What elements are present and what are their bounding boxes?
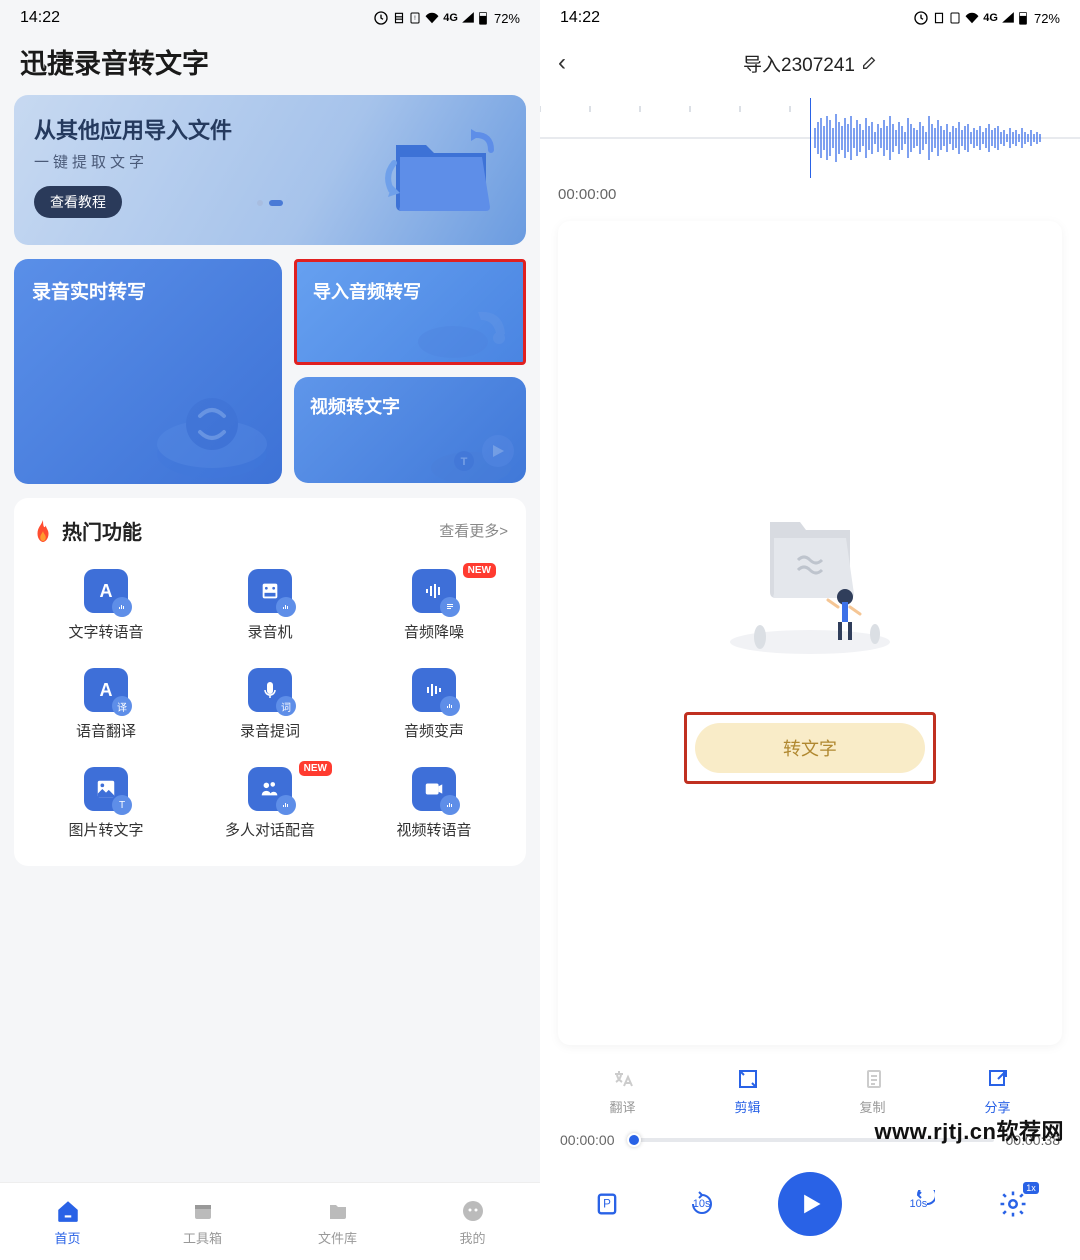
nav-tools[interactable]: 工具箱: [135, 1183, 270, 1260]
new-badge: NEW: [299, 761, 332, 776]
status-bar: 14:22 4G 72%: [540, 0, 1080, 36]
list-button[interactable]: P: [589, 1186, 625, 1222]
carousel-dots: [34, 200, 506, 206]
waveform[interactable]: [540, 98, 1080, 178]
hot-title-text: 热门功能: [62, 516, 142, 545]
forward-10s[interactable]: 10s: [900, 1186, 936, 1222]
svg-text:P: P: [603, 1198, 611, 1211]
current-time: 00:00:00: [540, 182, 1080, 207]
feature-video-to-voice[interactable]: 视频转语音: [354, 759, 514, 848]
empty-illustration: [710, 482, 910, 662]
status-icons: ! 4G: [373, 10, 488, 26]
feature-recorder[interactable]: 录音机: [190, 561, 350, 650]
app-title: 迅捷录音转文字: [0, 36, 540, 95]
watermark: www.rjtj.cn软荐网: [874, 1114, 1064, 1146]
play-button[interactable]: [778, 1172, 842, 1236]
speed-badge: 1x: [1023, 1182, 1039, 1194]
time-current: 00:00:00: [560, 1132, 615, 1148]
nav-home[interactable]: 首页: [0, 1183, 135, 1260]
feature-denoise[interactable]: NEW 音频降噪: [354, 561, 514, 650]
new-badge: NEW: [463, 563, 496, 578]
hot-features: 热门功能 查看更多> A 文字转语音 录音机 NEW 音频降噪 A译 语音翻译: [14, 498, 526, 866]
nav-files[interactable]: 文件库: [270, 1183, 405, 1260]
status-icons: 4G: [913, 10, 1028, 26]
feature-teleprompter[interactable]: 词 录音提词: [190, 660, 350, 749]
nav-mine[interactable]: 我的: [405, 1183, 540, 1260]
feature-dubbing[interactable]: NEW 多人对话配音: [190, 759, 350, 848]
playhead[interactable]: [810, 98, 811, 178]
action-translate: 翻译: [560, 1065, 685, 1116]
svg-text:T: T: [461, 456, 468, 468]
play-controls: P 10s 10s 1x: [540, 1154, 1080, 1260]
folder-icon: [376, 115, 506, 225]
feature-voice-change[interactable]: 音频变声: [354, 660, 514, 749]
import-banner[interactable]: 从其他应用导入文件 一键提取文字 查看教程: [14, 95, 526, 245]
convert-button[interactable]: 转文字: [695, 723, 925, 773]
see-more-link[interactable]: 查看更多>: [439, 520, 508, 541]
edit-icon[interactable]: [861, 55, 877, 71]
feature-tts[interactable]: A 文字转语音: [26, 561, 186, 650]
feature-ocr[interactable]: T 图片转文字: [26, 759, 186, 848]
flame-icon: [32, 518, 54, 544]
import-audio-card[interactable]: 导入音频转写: [294, 259, 526, 365]
action-edit[interactable]: 剪辑: [685, 1065, 810, 1116]
feature-translate[interactable]: A译 语音翻译: [26, 660, 186, 749]
content-card: 转文字: [558, 221, 1062, 1045]
bottom-nav: 首页 工具箱 文件库 我的: [0, 1182, 540, 1260]
rewind-10s[interactable]: 10s: [684, 1186, 720, 1222]
progress-thumb[interactable]: [627, 1133, 641, 1147]
realtime-transcribe-card[interactable]: 录音实时转写: [14, 259, 282, 484]
svg-text:!: !: [414, 16, 416, 22]
video-to-text-card[interactable]: 视频转文字 T: [294, 377, 526, 483]
settings-button[interactable]: 1x: [995, 1186, 1031, 1222]
file-title: 导入2307241: [743, 50, 855, 77]
battery-text: 72%: [494, 11, 520, 26]
status-time: 14:22: [20, 9, 60, 27]
action-share[interactable]: 分享: [935, 1065, 1060, 1116]
back-button[interactable]: ‹: [558, 49, 566, 77]
action-copy: 复制: [810, 1065, 935, 1116]
status-bar: 14:22 ! 4G 72%: [0, 0, 540, 36]
detail-header: ‹ 导入2307241: [540, 36, 1080, 90]
convert-highlight: 转文字: [684, 712, 936, 784]
status-time: 14:22: [560, 9, 600, 27]
